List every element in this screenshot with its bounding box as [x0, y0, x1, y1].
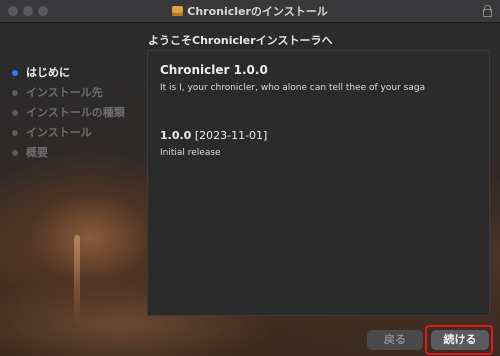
window-title: Chroniclerのインストール: [0, 3, 500, 19]
version-heading: 1.0.0 [2023-11-01]: [160, 129, 477, 142]
step-label: はじめに: [26, 66, 70, 79]
step-indicator-icon: [12, 90, 18, 96]
step-indicator-icon: [12, 70, 18, 76]
step-summary: 概要: [12, 146, 125, 166]
window-title-text: Chroniclerのインストール: [187, 5, 328, 18]
step-installation: インストール: [12, 126, 125, 146]
step-installation-type: インストールの種類: [12, 106, 125, 126]
step-label: 概要: [26, 146, 48, 159]
release-date: [2023-11-01]: [194, 129, 268, 142]
step-label: インストール先: [26, 86, 103, 99]
step-destination: インストール先: [12, 86, 125, 106]
app-title: Chronicler 1.0.0: [160, 63, 268, 77]
installer-window: Chroniclerのインストール ようこそChroniclerインストーラへ …: [0, 0, 500, 356]
back-button[interactable]: 戻る: [367, 330, 423, 350]
step-indicator-icon: [12, 130, 18, 136]
package-icon: [172, 6, 184, 16]
step-label: インストールの種類: [26, 106, 125, 119]
welcome-heading: ようこそChroniclerインストーラへ: [148, 34, 333, 47]
app-description: It is I, your chronicler, who alone can …: [160, 83, 426, 93]
title-bar: Chroniclerのインストール: [0, 0, 500, 23]
step-indicator-icon: [12, 110, 18, 116]
version-number: 1.0.0: [160, 129, 192, 142]
step-indicator-icon: [12, 150, 18, 156]
step-introduction: はじめに: [12, 66, 125, 86]
falling-sand-decoration: [74, 235, 80, 325]
content-panel[interactable]: Chronicler 1.0.0 It is I, your chronicle…: [147, 50, 490, 316]
release-note: Initial release: [160, 148, 221, 158]
continue-button[interactable]: 続ける: [431, 330, 489, 350]
lock-icon: [483, 5, 492, 17]
step-label: インストール: [26, 126, 92, 139]
step-list: はじめに インストール先 インストールの種類 インストール 概要: [12, 66, 125, 166]
